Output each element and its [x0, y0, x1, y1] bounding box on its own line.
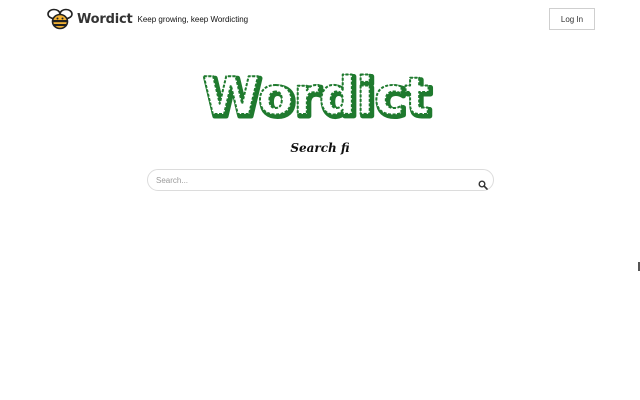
search-input[interactable] — [156, 173, 466, 187]
tagline: Keep growing, keep Wordicting — [137, 15, 249, 24]
login-button[interactable]: Log In — [549, 8, 595, 30]
search-bar — [147, 169, 494, 191]
site-header: Wordict Keep growing, keep Wordicting Lo… — [0, 0, 640, 40]
brand-name: Wordict — [77, 11, 133, 27]
hero-logo-text: Wordict — [202, 67, 430, 124]
brand[interactable]: Wordict Keep growing, keep Wordicting — [46, 8, 248, 30]
bee-icon — [47, 8, 73, 30]
hero-subtitle: Search fi — [290, 141, 350, 155]
search-icon[interactable] — [478, 180, 488, 190]
hero-logo: Wordict Wordict — [188, 62, 444, 124]
